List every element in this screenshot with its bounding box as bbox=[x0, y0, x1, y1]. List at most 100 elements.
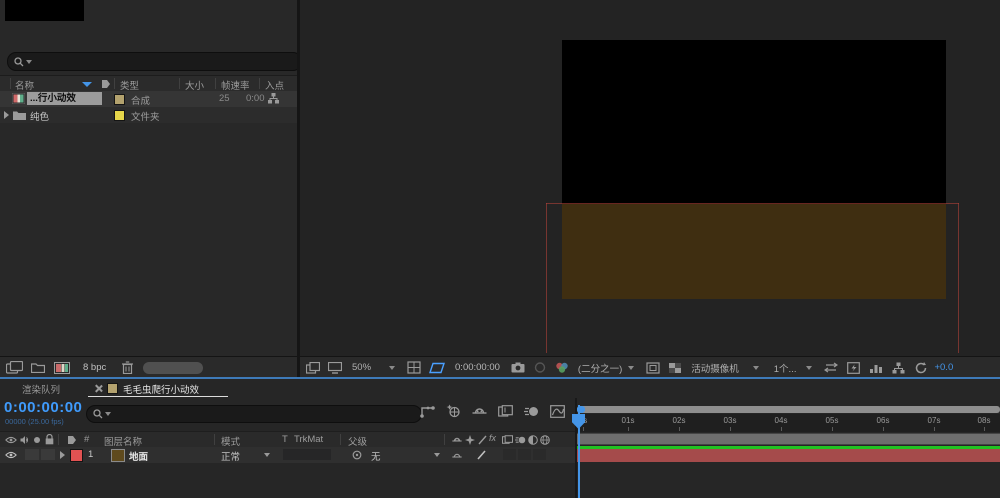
column-size[interactable]: 大小 bbox=[185, 78, 204, 92]
fast-preview-icon[interactable] bbox=[847, 362, 860, 374]
switch-cell[interactable] bbox=[503, 449, 516, 460]
trash-icon[interactable] bbox=[122, 361, 133, 374]
draft-3d-icon[interactable] bbox=[446, 404, 461, 418]
label-tag-icon[interactable] bbox=[101, 79, 111, 89]
item-name-selected[interactable]: ...行小动效 bbox=[27, 92, 102, 105]
label-color-swatch-sandstone[interactable] bbox=[114, 94, 125, 105]
shy-icon[interactable] bbox=[472, 405, 487, 418]
frame-blend-switch-icon[interactable] bbox=[502, 435, 513, 445]
horizontal-scrollbar-thumb[interactable] bbox=[143, 362, 203, 374]
column-name[interactable]: 名称 bbox=[15, 78, 34, 92]
parent-pickwhip-icon[interactable] bbox=[352, 450, 362, 460]
motion-blur-icon[interactable] bbox=[524, 405, 539, 418]
layer-quality-toggle-icon[interactable] bbox=[477, 450, 486, 460]
quality-icon[interactable] bbox=[478, 435, 487, 445]
mini-flowchart-icon[interactable] bbox=[420, 405, 435, 418]
trkmat-cell[interactable] bbox=[283, 449, 331, 460]
project-search-input[interactable] bbox=[7, 52, 302, 71]
new-composition-icon[interactable] bbox=[54, 362, 70, 374]
3d-layer-icon[interactable] bbox=[540, 435, 550, 445]
blend-mode-caret-icon[interactable] bbox=[264, 453, 270, 457]
column-t[interactable]: T bbox=[282, 434, 288, 445]
column-number[interactable]: # bbox=[84, 434, 89, 445]
monitor-icon[interactable] bbox=[328, 362, 342, 374]
shared-view-options-icon[interactable] bbox=[824, 362, 838, 373]
column-layer-name[interactable]: 图层名称 bbox=[104, 434, 142, 448]
sort-direction-icon[interactable] bbox=[82, 82, 92, 87]
item-name[interactable]: 纯色 bbox=[30, 109, 49, 123]
parent-select[interactable]: 无 bbox=[371, 449, 381, 463]
transparency-grid-icon[interactable] bbox=[668, 362, 682, 374]
lock-column-icon[interactable] bbox=[45, 434, 54, 445]
viewer-timecode[interactable]: 0:00:00:00 bbox=[455, 362, 500, 373]
camera-view-caret-icon[interactable] bbox=[753, 366, 759, 370]
ruler-label: 05s bbox=[818, 416, 846, 425]
layer-expand-icon[interactable] bbox=[60, 451, 65, 459]
parent-caret-icon[interactable] bbox=[434, 453, 440, 457]
exposure-histogram-icon[interactable] bbox=[869, 362, 883, 374]
shy-switch-icon[interactable] bbox=[452, 435, 462, 445]
switch-cell[interactable] bbox=[518, 449, 531, 460]
show-channels-icon[interactable] bbox=[555, 362, 569, 373]
timeline-search-input[interactable] bbox=[86, 405, 422, 423]
view-count-select[interactable]: 1个... bbox=[774, 361, 797, 375]
snapshot-camera-icon[interactable] bbox=[511, 362, 525, 373]
collapse-transformations-icon[interactable] bbox=[465, 435, 475, 445]
view-layout-icon[interactable] bbox=[306, 362, 320, 374]
flowchart-icon[interactable] bbox=[892, 362, 905, 374]
layer-shy-toggle-icon[interactable] bbox=[452, 451, 462, 461]
layer-name[interactable]: 地面 bbox=[129, 449, 148, 463]
camera-view-select[interactable]: 活动摄像机 bbox=[691, 361, 739, 375]
video-column-eye-icon[interactable] bbox=[5, 436, 17, 444]
column-trkmat[interactable]: TrkMat bbox=[294, 434, 323, 445]
solo-toggle-cell[interactable] bbox=[41, 449, 55, 460]
project-item-folder[interactable]: 纯色 文件夹 bbox=[0, 107, 297, 123]
work-area-bar[interactable] bbox=[577, 433, 1000, 445]
bit-depth-button[interactable]: 8 bpc bbox=[83, 362, 106, 373]
ground-solid-layer[interactable] bbox=[562, 204, 946, 299]
tab-active-comp[interactable]: 毛毛虫爬行小动效 bbox=[123, 382, 199, 396]
resolution-caret-icon[interactable] bbox=[628, 366, 634, 370]
region-of-interest-icon[interactable] bbox=[646, 362, 660, 374]
magnification-caret-icon[interactable] bbox=[389, 366, 395, 370]
tab-render-queue[interactable]: 渲染队列 bbox=[22, 382, 60, 396]
new-folder-icon[interactable] bbox=[31, 362, 45, 373]
layer-duration-bar[interactable] bbox=[577, 449, 1000, 462]
switch-cell[interactable] bbox=[533, 449, 546, 460]
effects-fx-icon[interactable]: fx bbox=[489, 433, 496, 443]
composition-sky-area[interactable] bbox=[562, 40, 946, 204]
label-tag-icon[interactable] bbox=[67, 435, 77, 445]
layer-row-ground[interactable]: 1 地面 正常 无 bbox=[0, 447, 576, 463]
column-parent[interactable]: 父级 bbox=[348, 434, 367, 448]
motion-blur-switch-icon[interactable] bbox=[515, 435, 526, 445]
mask-path-visibility-icon[interactable] bbox=[429, 362, 445, 374]
layer-label-color-red[interactable] bbox=[70, 449, 83, 462]
folder-expand-icon[interactable] bbox=[4, 111, 9, 119]
audio-toggle-cell[interactable] bbox=[25, 449, 39, 460]
magnification-select[interactable]: 50% bbox=[352, 362, 371, 373]
current-timecode[interactable]: 0:00:00:00 bbox=[4, 399, 82, 416]
frame-blend-icon[interactable] bbox=[498, 405, 513, 418]
interpret-footage-icon[interactable] bbox=[6, 361, 23, 374]
column-mode[interactable]: 模式 bbox=[221, 434, 240, 448]
column-frame-rate[interactable]: 帧速率 bbox=[221, 78, 250, 92]
show-snapshot-icon[interactable] bbox=[534, 362, 546, 373]
active-tab-underline bbox=[88, 396, 228, 397]
column-in-point[interactable]: 入点 bbox=[265, 78, 284, 92]
column-type[interactable]: 类型 bbox=[120, 78, 139, 92]
label-color-swatch-yellow[interactable] bbox=[114, 110, 125, 121]
time-navigator-bar[interactable] bbox=[577, 406, 1000, 413]
view-count-caret-icon[interactable] bbox=[806, 366, 812, 370]
time-ruler[interactable]: 0s 01s 02s 03s 04s 05s 06s 07s 08s bbox=[577, 414, 1000, 432]
adjustment-layer-icon[interactable] bbox=[528, 435, 538, 445]
grid-guides-options-icon[interactable] bbox=[407, 361, 421, 374]
audio-column-speaker-icon[interactable] bbox=[20, 435, 30, 445]
solo-column-icon[interactable] bbox=[34, 437, 40, 443]
layer-visibility-eye-icon[interactable] bbox=[5, 451, 17, 459]
reset-exposure-icon[interactable] bbox=[915, 362, 927, 374]
blend-mode-select[interactable]: 正常 bbox=[221, 449, 240, 463]
exposure-value[interactable]: +0.0 bbox=[934, 362, 953, 373]
graph-editor-icon[interactable] bbox=[550, 405, 565, 418]
resolution-select[interactable]: (二分之一) bbox=[578, 361, 622, 375]
project-item-composition[interactable]: ...行小动效 合成 25 0:00 bbox=[0, 91, 297, 107]
